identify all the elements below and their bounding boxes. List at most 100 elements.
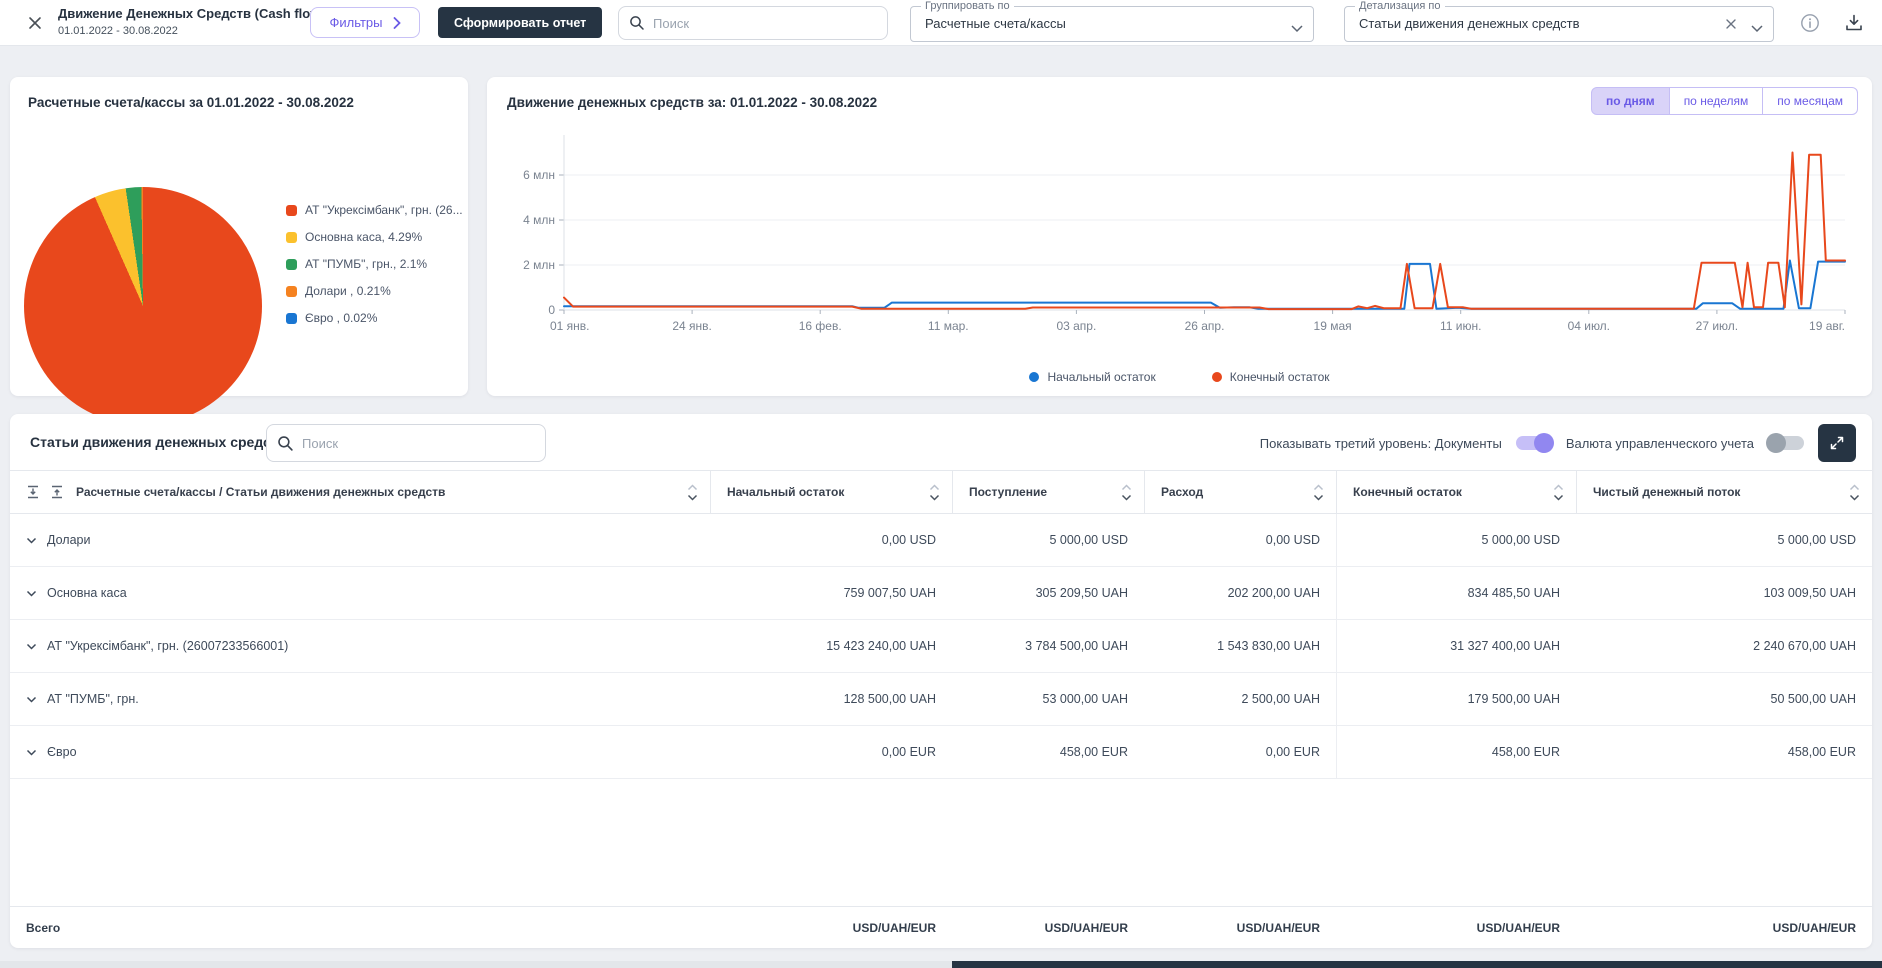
fullscreen-button[interactable] [1818,424,1856,462]
sort-icon[interactable] [1121,484,1132,501]
top-search[interactable] [618,6,888,40]
legend-label: Євро , 0.02% [305,311,377,325]
row-expand-icon[interactable] [26,537,37,544]
x-tick-label: 03 апр. [1056,319,1096,333]
x-tick-label: 11 мар. [928,319,969,333]
column-header-1[interactable]: Начальный остаток [710,471,952,513]
generate-report-button[interactable]: Сформировать отчет [438,7,602,38]
row-value-cell: 3 784 500,00 UAH [952,620,1144,672]
row-expand-icon[interactable] [26,696,37,703]
chevron-down-icon[interactable] [1291,20,1303,38]
x-tick-label: 16 фев. [799,319,842,333]
row-label-cell: Основна каса [10,567,710,619]
legend-swatch [286,205,297,216]
pie-legend-item[interactable]: Долари , 0.21% [286,284,463,298]
table-search[interactable] [266,424,546,462]
y-tick-label: 6 млн [523,168,555,182]
column-header-2[interactable]: Поступление [952,471,1144,513]
column-header-5[interactable]: Чистый денежный поток [1576,471,1872,513]
row-value-cell: 2 240 670,00 UAH [1576,620,1872,672]
table-row[interactable]: Долари0,00 USD5 000,00 USD0,00 USD5 000,… [10,514,1872,567]
pie-legend-item[interactable]: АТ "Укрексімбанк", грн. (26... [286,203,463,217]
y-tick-label: 4 млн [523,213,555,227]
sort-icon[interactable] [1553,484,1564,501]
sort-icon[interactable] [1849,484,1860,501]
documents-toggle[interactable] [1516,436,1552,450]
legend-swatch [286,313,297,324]
pie-chart[interactable] [24,187,262,425]
legend-swatch [286,286,297,297]
toggle-knob [1766,433,1786,453]
report-title: Движение Денежных Средств (Cash flow) [58,6,325,21]
detail-by-select[interactable]: Детализация по Статьи движения денежных … [1344,6,1774,42]
group-by-select[interactable]: Группировать по Расчетные счета/кассы [910,6,1314,42]
filters-button-label: Фильтры [329,15,382,30]
filters-button[interactable]: Фильтры [310,7,420,38]
info-icon[interactable] [1800,13,1820,38]
search-icon [277,435,294,452]
horizontal-scrollbar[interactable] [0,961,1882,968]
row-expand-icon[interactable] [26,749,37,756]
table-row[interactable]: АТ "Укрексімбанк", грн. (26007233566001)… [10,620,1872,673]
tab-по-неделям[interactable]: по неделям [1670,87,1764,115]
table-title: Статьи движения денежных средств [30,434,286,450]
pie-legend-item[interactable]: АТ "ПУМБ", грн., 2.1% [286,257,463,271]
currency-toggle[interactable] [1768,436,1804,450]
y-tick-label: 0 [548,303,555,317]
row-expand-icon[interactable] [26,590,37,597]
row-label-cell: Євро [10,726,710,778]
row-label-cell: АТ "ПУМБ", грн. [10,673,710,725]
sort-icon[interactable] [687,484,698,501]
scrollbar-thumb[interactable] [952,961,1882,968]
table-row[interactable]: АТ "ПУМБ", грн.128 500,00 UAH53 000,00 U… [10,673,1872,726]
tab-по-месяцам[interactable]: по месяцам [1763,87,1858,115]
detail-by-label: Детализация по [1355,0,1445,12]
row-expand-icon[interactable] [26,643,37,650]
legend-label: Долари , 0.21% [305,284,391,298]
row-value-cell: 2 500,00 UAH [1144,673,1336,725]
column-header-3[interactable]: Расход [1144,471,1336,513]
clear-icon[interactable] [1725,17,1737,35]
table-footer-row: ВсегоUSD/UAH/EURUSD/UAH/EURUSD/UAH/EURUS… [10,906,1872,948]
row-value-cell: 834 485,50 UAH [1336,567,1576,619]
row-value-cell: 305 209,50 UAH [952,567,1144,619]
row-value-cell: 458,00 EUR [1336,726,1576,778]
table-row[interactable]: Основна каса759 007,50 UAH305 209,50 UAH… [10,567,1872,620]
x-tick-label: 24 янв. [672,319,712,333]
tab-по-дням[interactable]: по дням [1591,87,1670,115]
table-search-input[interactable] [302,436,535,451]
report-date-range: 01.01.2022 - 30.08.2022 [58,25,340,37]
table-row[interactable]: Євро0,00 EUR458,00 EUR0,00 EUR458,00 EUR… [10,726,1872,779]
chevron-down-icon[interactable] [1751,20,1763,38]
chart-legend-item[interactable]: Конечный остаток [1212,370,1330,384]
collapse-all-icon[interactable] [26,485,40,499]
legend-label: АТ "ПУМБ", грн., 2.1% [305,257,427,271]
detail-by-value: Статьи движения денежных средств [1359,16,1580,31]
x-tick-label: 04 июл. [1568,319,1610,333]
column-header-label: Начальный остаток [727,485,929,499]
group-by-value: Расчетные счета/кассы [925,16,1066,31]
y-tick-label: 2 млн [523,258,555,272]
pie-legend-item[interactable]: Євро , 0.02% [286,311,463,325]
x-tick-label: 19 авг. [1809,319,1845,333]
expand-all-icon[interactable] [50,485,64,499]
row-value-cell: 31 327 400,00 UAH [1336,620,1576,672]
row-value-cell: 1 543 830,00 UAH [1144,620,1336,672]
legend-label: Конечный остаток [1230,370,1330,384]
row-value-cell: 0,00 EUR [1144,726,1336,778]
column-header-4[interactable]: Конечный остаток [1336,471,1576,513]
line-chart-legend: Начальный остаток Конечный остаток [487,370,1872,384]
top-bar: Движение Денежных Средств (Cash flow) 01… [0,0,1882,46]
close-icon[interactable] [26,14,44,32]
pie-legend-item[interactable]: Основна каса, 4.29% [286,230,463,244]
download-icon[interactable] [1844,13,1864,38]
chart-legend-item[interactable]: Начальный остаток [1029,370,1155,384]
top-search-input[interactable] [653,16,877,31]
sort-icon[interactable] [1313,484,1324,501]
row-value-cell: 128 500,00 UAH [710,673,952,725]
series-Конечный остаток [564,153,1845,310]
sort-icon[interactable] [929,484,940,501]
column-header-0[interactable]: Расчетные счета/кассы / Статьи движения … [10,471,710,513]
row-label: АТ "Укрексімбанк", грн. (26007233566001) [47,639,288,653]
line-chart[interactable]: 02 млн4 млн6 млн01 янв.24 янв.16 фев.11 … [507,127,1852,339]
